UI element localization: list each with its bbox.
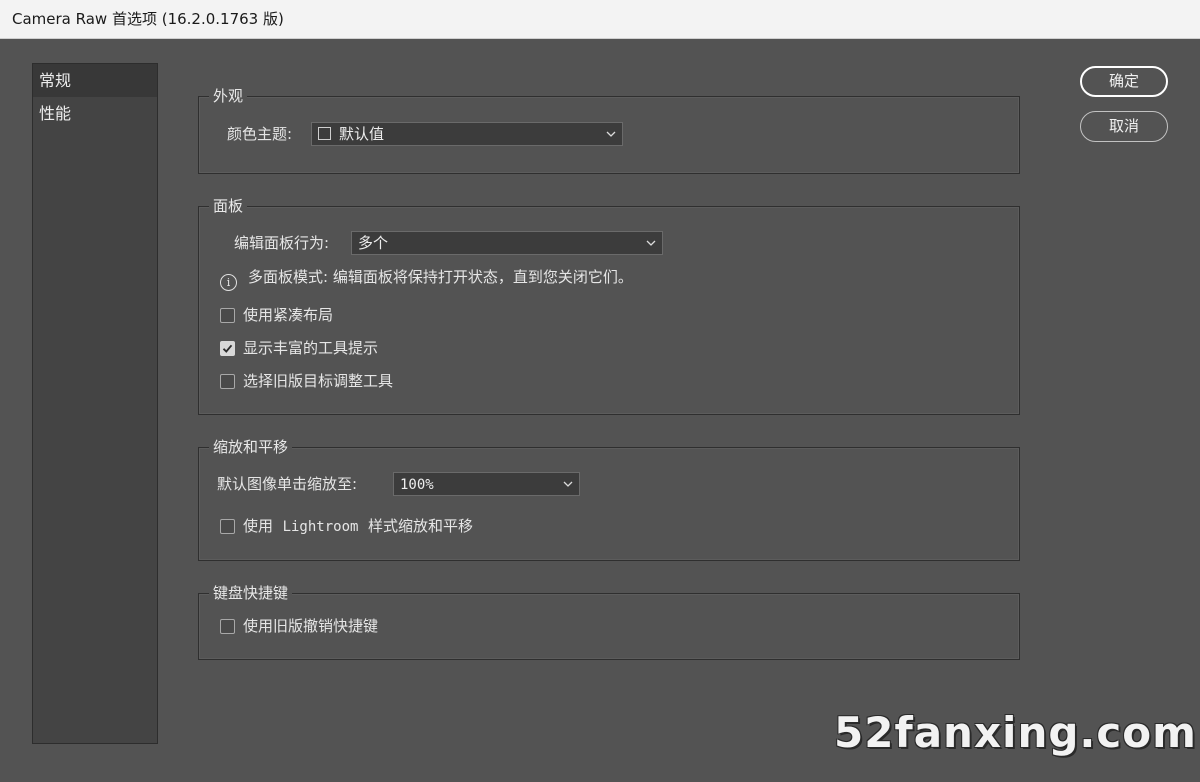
chevron-down-icon [606,131,616,137]
color-theme-label: 颜色主题: [227,125,293,143]
zoom-pan-group: 缩放和平移 [198,437,1020,561]
legacy-target-adjust-checkbox[interactable] [220,374,235,389]
multi-panel-info-text: 多面板模式: 编辑面板将保持打开状态，直到您关闭它们。 [248,268,633,286]
default-zoom-value: 100% [400,477,434,493]
panels-legend: 面板 [209,196,248,216]
compact-layout-label: 使用紧凑布局 [243,306,334,324]
keyboard-legend: 键盘快捷键 [209,583,293,603]
rich-tooltips-checkbox[interactable] [220,341,235,356]
theme-swatch-icon [318,127,331,140]
ok-button[interactable]: 确定 [1080,66,1168,97]
lightroom-style-label: 使用 Lightroom 样式缩放和平移 [243,515,473,538]
compact-layout-checkbox[interactable] [220,308,235,323]
lightroom-style-prefix: 使用 [243,517,274,535]
edit-panel-behavior-label: 编辑面板行为: [234,234,330,252]
appearance-legend: 外观 [209,86,248,106]
preferences-sidebar: 常规 性能 [32,63,158,744]
legacy-undo-label: 使用旧版撤销快捷键 [243,617,379,635]
color-theme-dropdown[interactable]: 默认值 [311,122,623,146]
lightroom-style-brand: Lightroom [282,519,359,535]
sidebar-item-general[interactable]: 常规 [33,64,157,97]
sidebar-item-performance[interactable]: 性能 [33,97,157,130]
zoom-pan-legend: 缩放和平移 [209,437,293,457]
default-zoom-label: 默认图像单击缩放至: [217,475,358,493]
rich-tooltips-label: 显示丰富的工具提示 [243,339,379,357]
cancel-button[interactable]: 取消 [1080,111,1168,142]
chevron-down-icon [646,240,656,246]
info-icon: i [220,274,237,291]
lightroom-style-suffix: 样式缩放和平移 [367,517,473,535]
window-titlebar: Camera Raw 首选项 (16.2.0.1763 版) [0,0,1200,39]
window-title: Camera Raw 首选项 (16.2.0.1763 版) [12,10,284,28]
color-theme-value: 默认值 [339,125,385,143]
edit-panel-behavior-dropdown[interactable]: 多个 [351,231,663,255]
watermark: 52fanxing.com [834,708,1197,757]
lightroom-style-checkbox[interactable] [220,519,235,534]
legacy-undo-checkbox[interactable] [220,619,235,634]
edit-panel-behavior-value: 多个 [358,234,389,252]
default-zoom-dropdown[interactable]: 100% [393,472,580,496]
checkmark-icon [222,344,233,353]
legacy-target-adjust-label: 选择旧版目标调整工具 [243,372,394,390]
chevron-down-icon [563,481,573,487]
